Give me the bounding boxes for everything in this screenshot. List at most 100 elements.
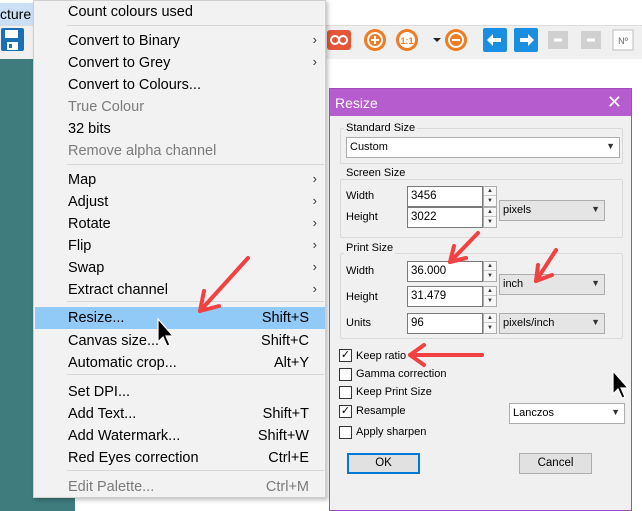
spin-down-icon[interactable]: ▼ xyxy=(484,218,496,227)
units-field[interactable]: 96 xyxy=(407,313,483,334)
spin-up-icon[interactable]: ▲ xyxy=(484,314,496,323)
menu-item-set-dpi[interactable]: Set DPI... xyxy=(35,381,325,403)
menu-picture[interactable]: cture xyxy=(0,3,36,25)
spin-down-icon[interactable]: ▼ xyxy=(484,297,496,306)
menu-item-shortcut: Ctrl+E xyxy=(268,450,309,466)
chevron-right-icon: › xyxy=(312,193,317,208)
resample-label[interactable]: Resample xyxy=(356,405,406,417)
chevron-right-icon: › xyxy=(312,237,317,252)
dialog-titlebar[interactable]: Resize ✕ xyxy=(330,89,631,116)
menu-item-shortcut: Ctrl+M xyxy=(265,479,309,495)
menu-item-convert-to-grey[interactable]: Convert to Grey › xyxy=(35,52,325,74)
chevron-right-icon: › xyxy=(312,259,317,274)
menu-item-swap[interactable]: Swap › xyxy=(35,257,325,279)
screen-height-spinner[interactable]: ▲ ▼ xyxy=(483,207,497,228)
menu-item-label: Convert to Grey xyxy=(68,55,171,71)
zoom-out-icon[interactable] xyxy=(443,27,469,53)
screen-unit-select[interactable]: pixels ▼ xyxy=(499,200,605,221)
print-unit-select[interactable]: inch ▼ xyxy=(499,274,605,295)
next-icon[interactable] xyxy=(513,27,539,53)
menu-item-add-text[interactable]: Add Text... Shift+T xyxy=(35,403,325,425)
zoom-in-icon[interactable] xyxy=(362,27,388,53)
menu-item-convert-to-colours[interactable]: Convert to Colours... xyxy=(35,74,325,96)
menu-item-label: Canvas size... xyxy=(68,333,160,349)
menu-item-add-watermark[interactable]: Add Watermark... Shift+W xyxy=(35,425,325,447)
chevron-down-icon: ▼ xyxy=(591,317,600,327)
keep-print-size-label[interactable]: Keep Print Size xyxy=(356,386,432,398)
menu-item-label: 32 bits xyxy=(68,121,111,137)
menu-item-adjust[interactable]: Adjust › xyxy=(35,191,325,213)
save-icon[interactable] xyxy=(0,27,26,53)
keep-print-size-checkbox[interactable] xyxy=(339,386,352,399)
menu-item-32-bits[interactable]: 32 bits xyxy=(35,118,325,140)
page-number-icon[interactable]: Nº xyxy=(610,27,636,53)
screen-width-field[interactable]: 3456 xyxy=(407,186,483,207)
standard-size-label: Standard Size xyxy=(344,122,418,134)
close-icon[interactable]: ✕ xyxy=(607,92,622,112)
resample-method-value: Lanczos xyxy=(513,407,554,419)
spin-up-icon[interactable]: ▲ xyxy=(484,208,496,217)
apply-sharpen-label[interactable]: Apply sharpen xyxy=(356,426,426,438)
menu-item-label: Resize... xyxy=(68,310,125,326)
screen-width-spinner[interactable]: ▲ ▼ xyxy=(483,186,497,207)
print-height-field[interactable]: 31.479 xyxy=(407,286,483,307)
screen-unit-value: pixels xyxy=(503,204,532,216)
menu-item-canvas-size[interactable]: Canvas size... Shift+C xyxy=(35,330,325,352)
menu-item-shortcut: Shift+S xyxy=(261,310,309,326)
menu-item-red-eyes-correction[interactable]: Red Eyes correction Ctrl+E xyxy=(35,447,325,469)
spin-up-icon[interactable]: ▲ xyxy=(484,187,496,196)
apply-sharpen-checkbox[interactable] xyxy=(339,426,352,439)
units-unit-value: pixels/inch xyxy=(503,317,555,329)
chevron-down-icon: ▼ xyxy=(606,141,615,151)
units-spinner[interactable]: ▲ ▼ xyxy=(483,313,497,334)
gamma-correction-label[interactable]: Gamma correction xyxy=(356,368,446,380)
menu-item-label: Flip xyxy=(68,238,92,254)
spin-down-icon[interactable]: ▼ xyxy=(484,324,496,333)
menu-item-label: Adjust xyxy=(68,194,109,210)
screen-height-label: Height xyxy=(346,211,378,223)
dialog-title: Resize xyxy=(335,95,378,111)
units-label: Units xyxy=(346,317,372,329)
keep-ratio-checkbox[interactable]: ✓ xyxy=(339,349,352,362)
dropdown-icon[interactable] xyxy=(424,27,441,53)
keep-ratio-label[interactable]: Keep ratio xyxy=(356,350,406,362)
menu-item-resize[interactable]: Resize... Shift+S xyxy=(35,307,325,329)
chevron-right-icon: › xyxy=(312,215,317,230)
units-unit-select[interactable]: pixels/inch ▼ xyxy=(499,313,605,334)
print-width-field[interactable]: 36.000 xyxy=(407,261,483,282)
menu-item-extract-channel[interactable]: Extract channel › xyxy=(35,279,325,301)
menu-item-count-colours-used[interactable]: Count colours used xyxy=(35,1,325,23)
menu-item-convert-to-binary[interactable]: Convert to Binary › xyxy=(35,30,325,52)
chevron-right-icon: › xyxy=(312,281,317,296)
screen-height-field[interactable]: 3022 xyxy=(407,207,483,228)
print-width-spinner[interactable]: ▲ ▼ xyxy=(483,261,497,282)
menu-item-label: Map xyxy=(68,172,97,188)
gamma-correction-checkbox[interactable] xyxy=(339,368,352,381)
menu-item-rotate[interactable]: Rotate › xyxy=(35,213,325,235)
svg-text:1:1: 1:1 xyxy=(400,36,413,46)
cancel-button[interactable]: Cancel xyxy=(519,453,592,474)
image-context-menu: Count colours used Convert to Binary › Conv… xyxy=(33,0,326,498)
menu-item-label: Red Eyes correction xyxy=(68,450,199,466)
actual-size-icon[interactable]: 1:1 xyxy=(394,27,420,53)
menu-item-flip[interactable]: Flip › xyxy=(35,235,325,257)
last-page-icon[interactable] xyxy=(578,27,604,53)
spin-up-icon[interactable]: ▲ xyxy=(484,287,496,296)
slideshow-icon[interactable] xyxy=(327,27,353,53)
menu-item-automatic-crop[interactable]: Automatic crop... Alt+Y xyxy=(35,352,325,374)
print-height-spinner[interactable]: ▲ ▼ xyxy=(483,286,497,307)
menu-item-label: Convert to Colours... xyxy=(68,77,201,93)
spin-down-icon[interactable]: ▼ xyxy=(484,272,496,281)
ok-button[interactable]: OK xyxy=(347,453,420,474)
menu-item-label: Add Text... xyxy=(68,406,137,422)
spin-down-icon[interactable]: ▼ xyxy=(484,197,496,206)
resample-method-select[interactable]: Lanczos ▼ xyxy=(509,403,625,424)
previous-icon[interactable] xyxy=(482,27,508,53)
spin-up-icon[interactable]: ▲ xyxy=(484,262,496,271)
first-page-icon[interactable] xyxy=(545,27,571,53)
menu-item-label: Edit Palette... xyxy=(68,479,155,495)
menu-item-map[interactable]: Map › xyxy=(35,169,325,191)
standard-size-select[interactable]: Custom ▼ xyxy=(346,137,620,158)
menu-separator xyxy=(67,301,324,302)
resample-checkbox[interactable]: ✓ xyxy=(339,405,352,418)
